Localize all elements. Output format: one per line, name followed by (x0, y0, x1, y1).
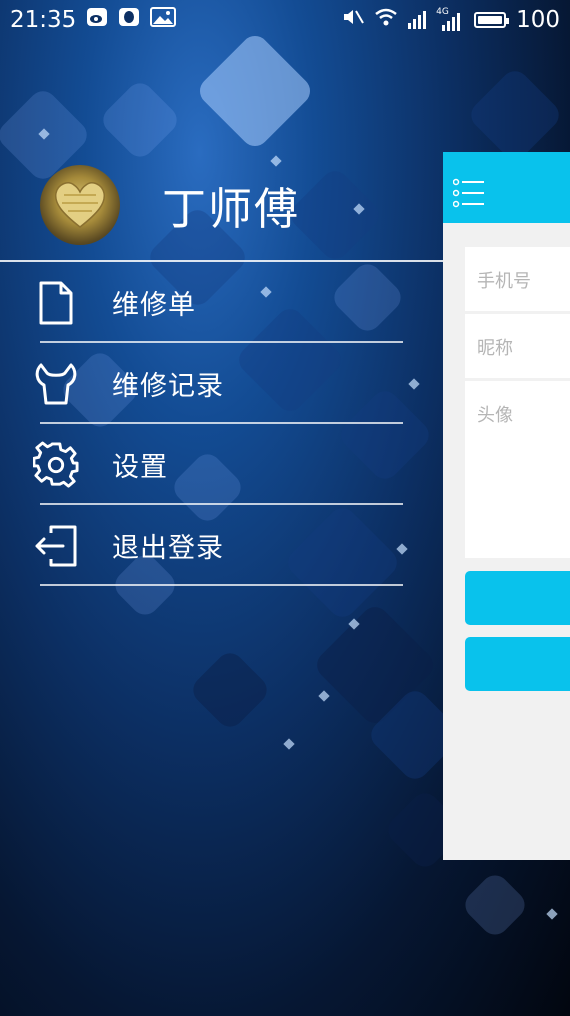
signal-icon (408, 11, 427, 29)
phone-placeholder: 手机号 (477, 271, 531, 292)
menu-item-logout[interactable]: 退出登录 (0, 505, 443, 586)
main-content-panel: 手机号 昵称 头像 (443, 152, 570, 860)
gear-icon (33, 441, 79, 488)
status-time: 21:35 (10, 7, 77, 33)
document-icon (33, 280, 79, 326)
status-bar: 21:35 4G 100 (0, 0, 570, 40)
heart-icon (54, 182, 106, 228)
app-header (443, 152, 570, 223)
4g-signal-icon: 4G (436, 7, 464, 31)
image-icon (150, 7, 177, 33)
phone-field[interactable]: 手机号 (465, 247, 570, 311)
primary-button[interactable] (465, 571, 570, 625)
menu-divider (40, 584, 403, 586)
qq-icon (118, 7, 140, 33)
drawer-menu: 维修单 维修记录 设置 退出登录 (0, 262, 443, 586)
nickname-placeholder: 昵称 (477, 338, 513, 359)
menu-item-repair-records[interactable]: 维修记录 (0, 343, 443, 424)
avatar-placeholder: 头像 (477, 405, 513, 426)
menu-item-label: 维修单 (112, 290, 196, 321)
avatar-field[interactable]: 头像 (465, 381, 570, 558)
menu-item-settings[interactable]: 设置 (0, 424, 443, 505)
list-menu-icon[interactable] (452, 178, 485, 208)
secondary-button[interactable] (465, 637, 570, 691)
avatar[interactable] (40, 165, 120, 245)
menu-item-label: 设置 (112, 452, 168, 483)
battery-icon (474, 12, 510, 28)
menu-item-label: 退出登录 (112, 533, 224, 564)
user-profile[interactable]: 丁师傅 (40, 165, 300, 245)
wrench-icon (33, 361, 79, 407)
logout-icon (33, 523, 79, 569)
menu-item-repair-orders[interactable]: 维修单 (0, 262, 443, 343)
menu-item-label: 维修记录 (112, 371, 224, 402)
weibo-icon (86, 7, 108, 33)
user-name: 丁师傅 (162, 184, 300, 235)
nickname-field[interactable]: 昵称 (465, 314, 570, 378)
navigation-drawer: 丁师傅 维修单 维修记录 设置 退出登录 (0, 0, 443, 1016)
mute-icon (342, 7, 364, 33)
battery-level: 100 (516, 7, 560, 33)
wifi-icon (374, 7, 398, 33)
